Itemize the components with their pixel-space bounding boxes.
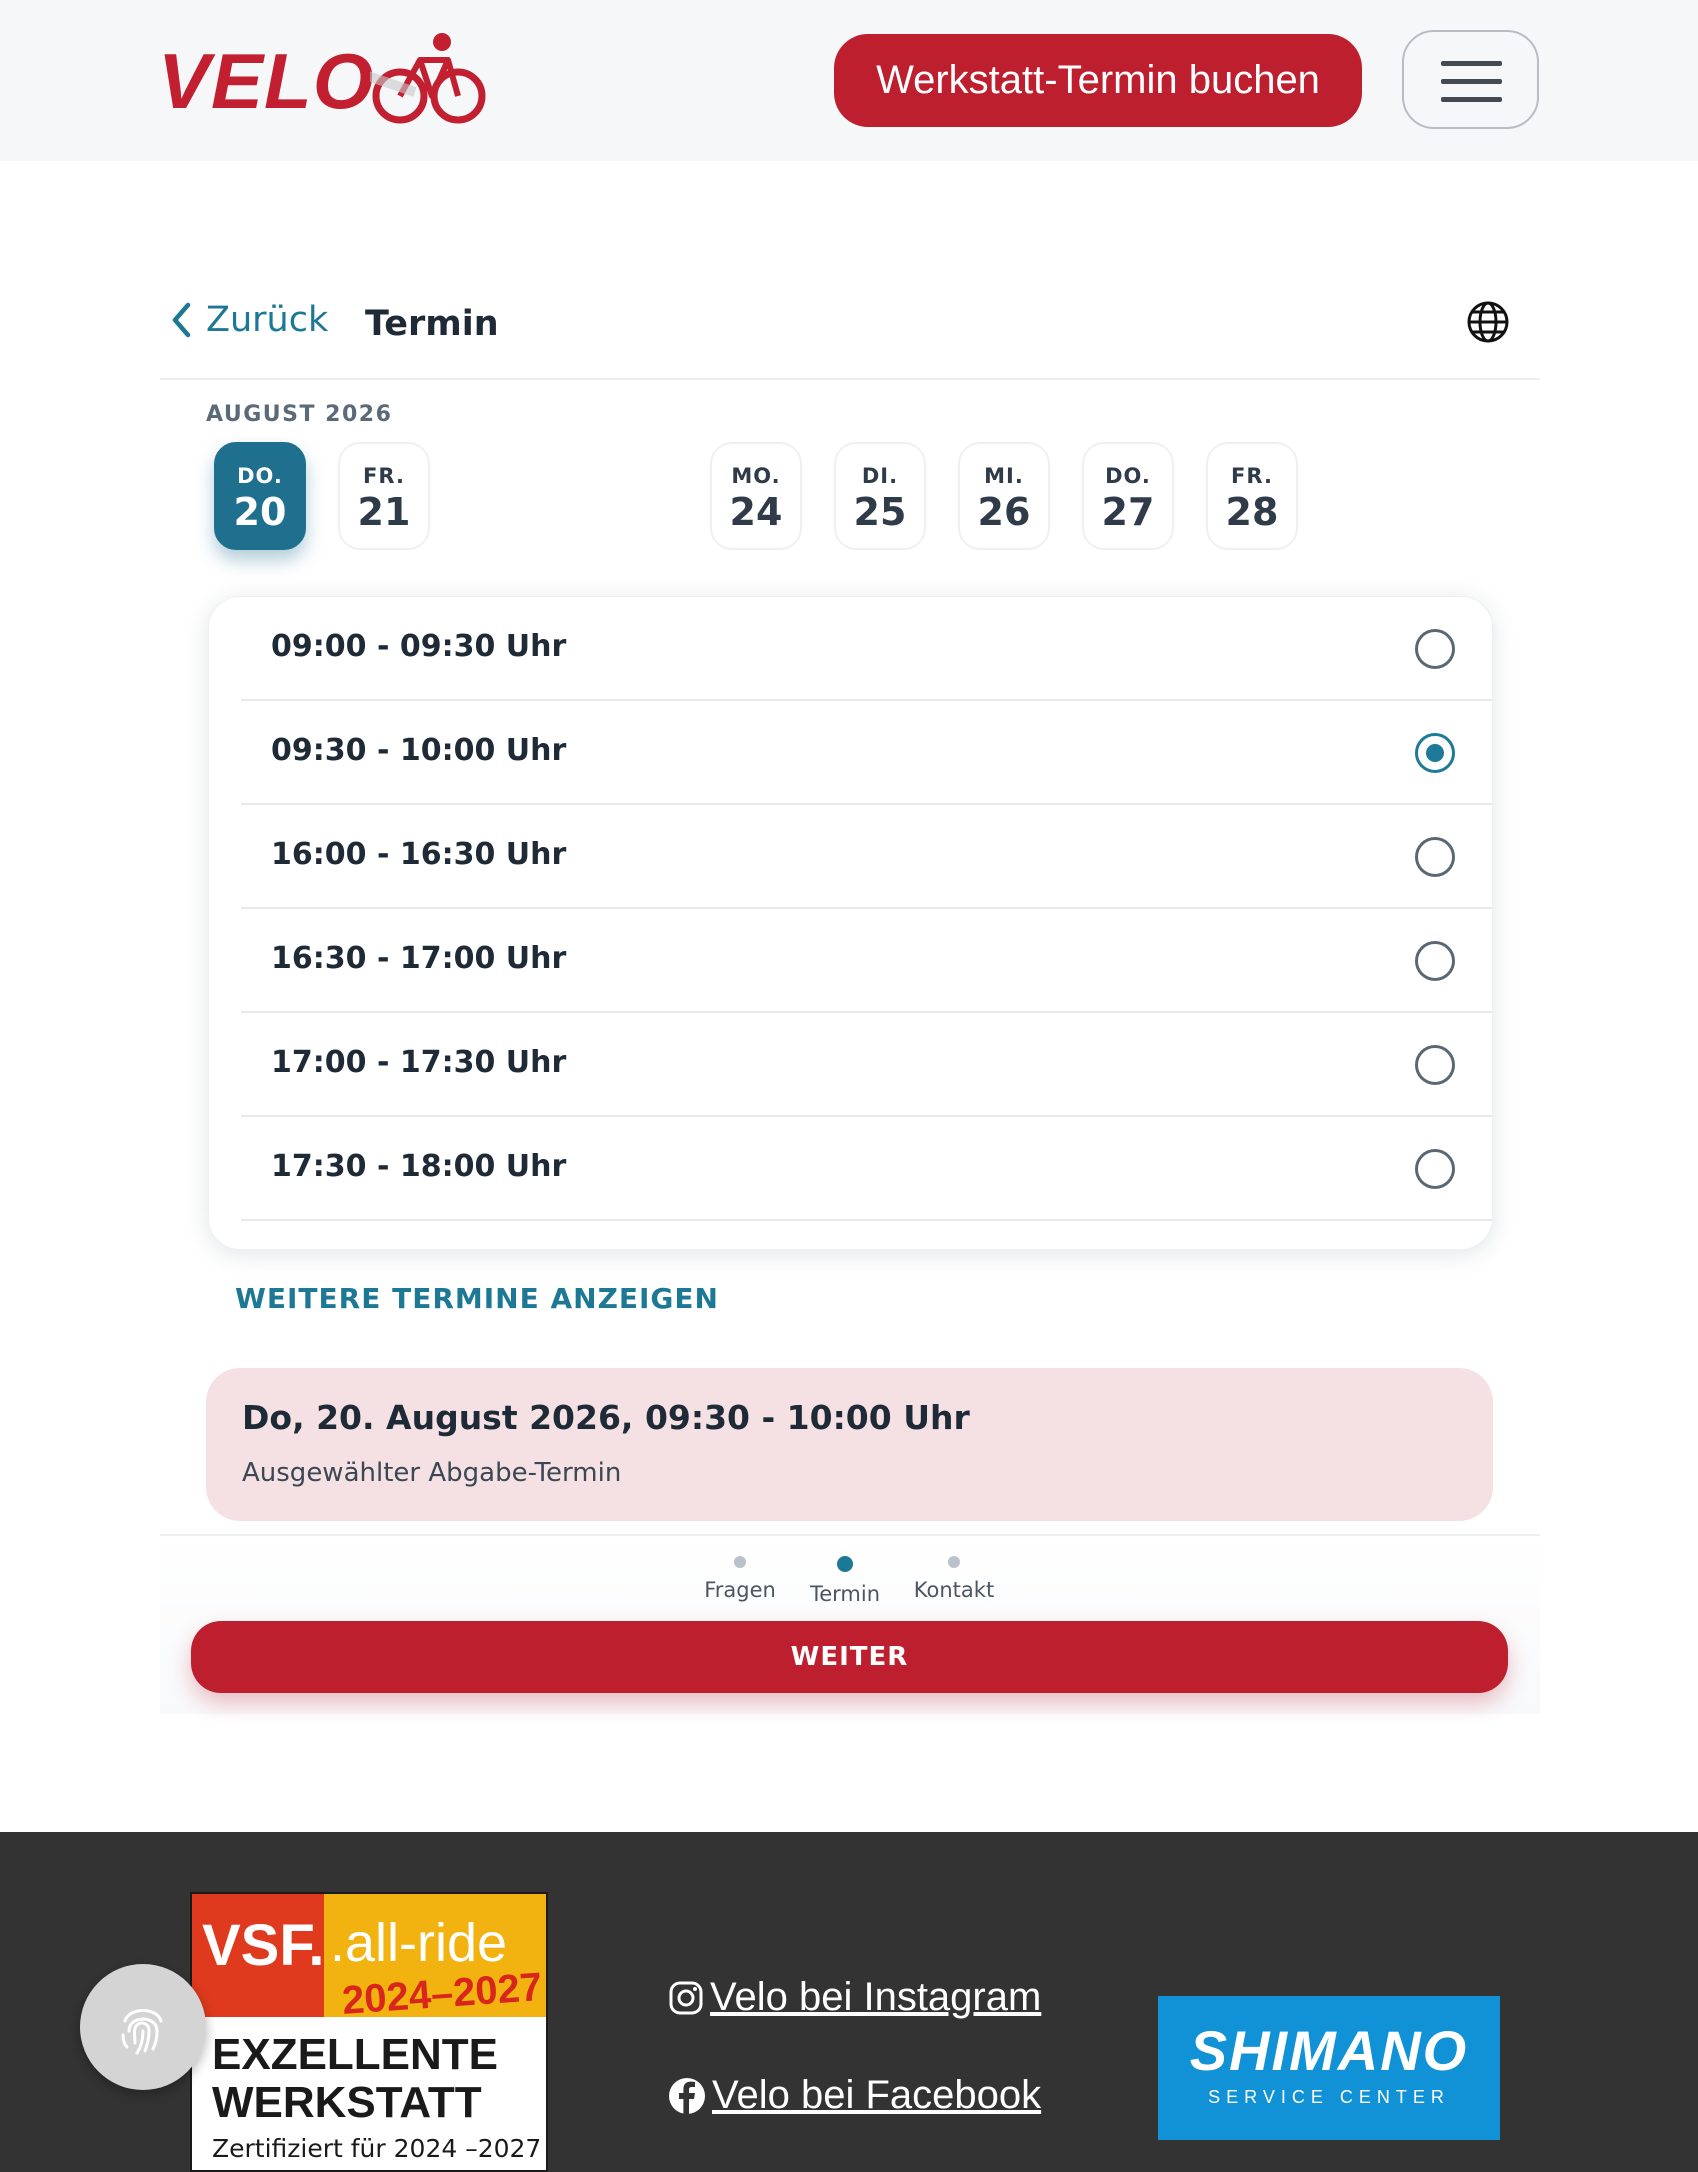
selected-appointment-summary: Do, 20. August 2026, 09:30 - 10:00 Uhr A…: [206, 1368, 1493, 1521]
weekday-label: FR.: [1231, 464, 1273, 488]
page-title: Termin: [365, 304, 499, 344]
time-slot-label: 17:00 - 17:30 Uhr: [271, 1045, 567, 1080]
badge-allride: .all-ride: [330, 1913, 508, 1973]
book-appointment-button[interactable]: Werkstatt-Termin buchen: [834, 34, 1362, 127]
facebook-label: Velo bei Facebook: [712, 2073, 1042, 2117]
weekday-label: MO.: [731, 464, 781, 488]
badge-line2: WERKSTATT: [212, 2078, 482, 2127]
radio-button[interactable]: [1415, 837, 1455, 877]
day-option[interactable]: MO. 24: [710, 442, 802, 550]
day-option[interactable]: MI. 26: [958, 442, 1050, 550]
time-slot[interactable]: 17:00 - 17:30 Uhr: [241, 1013, 1492, 1117]
site-header: VELO Werkstatt-Termin buchen: [0, 0, 1698, 161]
weekday-label: DO.: [237, 464, 283, 488]
back-button[interactable]: Zurück: [170, 300, 328, 340]
bicycle-icon: [370, 33, 486, 124]
time-slot-label: 17:30 - 18:00 Uhr: [271, 1149, 567, 1184]
day-option[interactable]: FR. 28: [1206, 442, 1298, 550]
step-dot: [734, 1556, 746, 1568]
step-dot-current: [837, 1556, 853, 1572]
date-label: 20: [233, 490, 287, 534]
time-slot[interactable]: 17:30 - 18:00 Uhr: [241, 1117, 1492, 1221]
radio-button[interactable]: [1415, 629, 1455, 669]
time-slot[interactable]: 09:00 - 09:30 Uhr: [241, 597, 1492, 701]
back-label: Zurück: [206, 300, 329, 340]
badge-vsf: VSF.: [202, 1913, 325, 1978]
language-button[interactable]: [1466, 300, 1510, 348]
step-navigation: Zurück Termin: [160, 280, 1540, 380]
time-slot-label: 16:30 - 17:00 Uhr: [271, 941, 567, 976]
month-label: AUGUST 2026: [206, 402, 393, 427]
day-option[interactable]: DO. 27: [1082, 442, 1174, 550]
show-more-slots-link[interactable]: WEITERE TERMINE ANZEIGEN: [235, 1282, 719, 1315]
date-label: 24: [729, 490, 783, 534]
day-option[interactable]: FR. 21: [338, 442, 430, 550]
hamburger-menu-icon: [1441, 61, 1502, 66]
time-slot-label: 16:00 - 16:30 Uhr: [271, 837, 567, 872]
instagram-icon: [669, 1981, 703, 2014]
chevron-left-icon: [172, 302, 191, 338]
radio-button[interactable]: [1415, 941, 1455, 981]
radio-button[interactable]: [1415, 1149, 1455, 1189]
facebook-icon: [669, 2077, 705, 2114]
summary-subtitle: Ausgewählter Abgabe-Termin: [242, 1458, 622, 1488]
badge-cert: Zertifiziert für 2024 –2027: [212, 2134, 542, 2163]
weekday-label: FR.: [363, 464, 405, 488]
fingerprint-icon: [121, 2009, 163, 2055]
weekday-label: DI.: [861, 464, 899, 488]
radio-button-selected[interactable]: [1415, 733, 1455, 773]
progress-step: Kontakt: [884, 1556, 1024, 1602]
date-label: 21: [357, 490, 411, 534]
date-label: 27: [1101, 490, 1155, 534]
logo-text: VELO: [158, 37, 375, 125]
hamburger-line: [1441, 79, 1502, 84]
summary-title: Do, 20. August 2026, 09:30 - 10:00 Uhr: [242, 1398, 970, 1437]
hamburger-line: [1441, 97, 1502, 102]
next-button[interactable]: WEITER: [191, 1621, 1508, 1693]
shimano-subtitle: SERVICE CENTER: [1208, 2087, 1450, 2107]
time-slot[interactable]: 16:30 - 17:00 Uhr: [241, 909, 1492, 1013]
velo-logo[interactable]: VELO: [158, 30, 488, 130]
time-slot-label: 09:30 - 10:00 Uhr: [271, 733, 567, 768]
day-option[interactable]: DO. 20: [214, 442, 306, 550]
date-label: 25: [853, 490, 907, 534]
time-slot[interactable]: 09:30 - 10:00 Uhr: [241, 701, 1492, 805]
day-option[interactable]: DI. 25: [834, 442, 926, 550]
shimano-title: SHIMANO: [1189, 2019, 1469, 2082]
vsf-certification-badge: VSF. .all-ride 2024–2027 EXZELLENTE WERK…: [190, 1892, 548, 2172]
time-slot-list: 09:00 - 09:30 Uhr 09:30 - 10:00 Uhr 16:0…: [208, 596, 1493, 1250]
instagram-label: Velo bei Instagram: [710, 1975, 1042, 2019]
weekday-label: DO.: [1105, 464, 1151, 488]
date-label: 26: [977, 490, 1031, 534]
privacy-settings-button[interactable]: [80, 1964, 206, 2090]
instagram-link[interactable]: Velo bei Instagram: [668, 1975, 1041, 2020]
time-slot-label: 09:00 - 09:30 Uhr: [271, 629, 567, 664]
weekday-label: MI.: [984, 464, 1024, 488]
globe-icon: [1467, 301, 1509, 343]
badge-line1: EXZELLENTE: [212, 2030, 499, 2079]
menu-button[interactable]: [1402, 30, 1539, 129]
step-dot: [948, 1556, 960, 1568]
date-label: 28: [1225, 490, 1279, 534]
radio-button[interactable]: [1415, 1045, 1455, 1085]
step-label: Kontakt: [913, 1578, 995, 1602]
facebook-link[interactable]: Velo bei Facebook: [668, 2073, 1041, 2118]
time-slot[interactable]: 16:00 - 16:30 Uhr: [241, 805, 1492, 909]
shimano-service-center-logo: SHIMANO SERVICE CENTER: [1158, 1996, 1500, 2140]
